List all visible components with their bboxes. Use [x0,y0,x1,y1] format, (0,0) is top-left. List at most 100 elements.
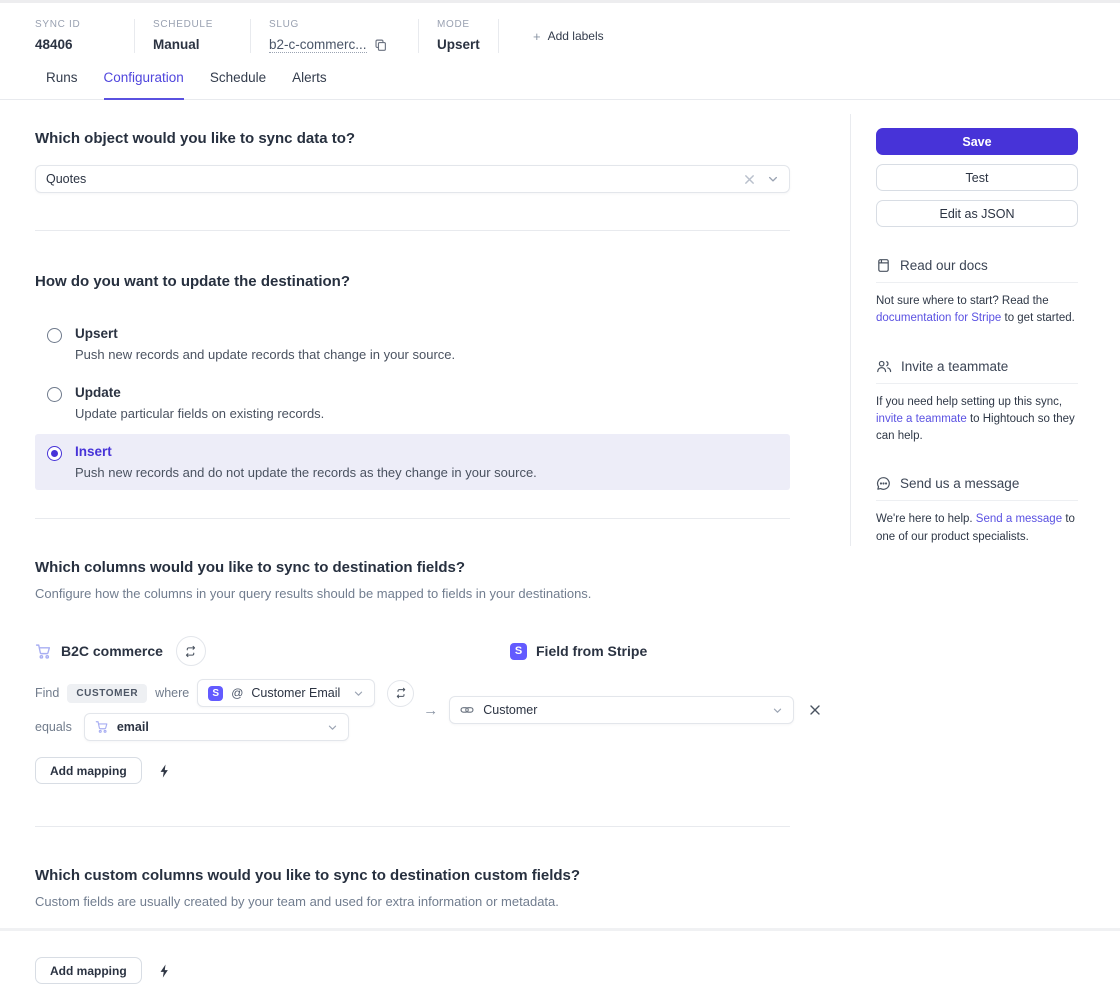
tab-bar: Runs Configuration Schedule Alerts [0,70,1120,100]
lookup-field-select[interactable]: S @ Customer Email [197,679,375,707]
option-label: Insert [75,444,537,459]
message-title: Send us a message [900,476,1019,491]
meta-mode: MODE Upsert [437,19,499,53]
stripe-icon: S [510,643,527,660]
meta-label: SLUG [269,19,400,30]
docs-text: Not sure where to start? Read the docume… [876,293,1078,328]
swap-source-button[interactable] [176,636,206,666]
invite-section: Invite a teammate If you need help setti… [876,359,1078,446]
meta-label: SYNC ID [35,19,116,30]
meta-slug: SLUG b2-c-commerc... [269,19,419,53]
mappings-subtext: Configure how the columns in your query … [35,586,790,601]
meta-value: Upsert [437,37,480,52]
destination-field-select[interactable]: Customer [449,696,794,724]
link-icon [460,703,474,717]
action-sidebar: Save Test Edit as JSON Read our docs Not… [850,100,1078,546]
slug-value[interactable]: b2-c-commerc... [269,37,367,53]
source-column-value: email [117,720,327,734]
meta-value: Manual [153,37,232,52]
meta-label: SCHEDULE [153,19,232,30]
option-description: Update particular fields on existing rec… [75,406,324,421]
meta-value: 48406 [35,37,116,52]
tab-alerts[interactable]: Alerts [292,70,327,99]
message-text: We're here to help. Send a message to on… [876,511,1078,546]
find-label: Find [35,686,59,700]
plus-icon: + [533,29,541,44]
tab-runs[interactable]: Runs [46,70,78,99]
docs-section: Read our docs Not sure where to start? R… [876,258,1078,328]
arrow-right-icon: → [423,702,438,719]
tab-schedule[interactable]: Schedule [210,70,266,99]
test-button[interactable]: Test [876,164,1078,191]
message-link[interactable]: Send a message [976,513,1062,525]
section-divider [35,518,790,519]
add-mapping-button[interactable]: Add mapping [35,757,142,784]
lookup-field-value: Customer Email [251,686,353,700]
object-select[interactable]: Quotes [35,165,790,193]
add-labels-label: Add labels [548,29,604,43]
mode-option-update[interactable]: Update Update particular fields on exist… [35,375,790,431]
destination-field-label: Field from Stripe [536,643,647,659]
meta-sync-id: SYNC ID 48406 [35,19,135,53]
chevron-down-icon [353,688,364,699]
entity-badge: CUSTOMER [67,684,147,703]
chevron-down-icon [772,705,783,716]
radio-unselected-icon[interactable] [47,387,62,402]
save-button[interactable]: Save [876,128,1078,155]
stripe-icon: S [208,686,223,701]
section-divider [35,826,790,827]
where-label: where [155,686,189,700]
invite-text: If you need help setting up this sync, i… [876,394,1078,446]
tab-configuration[interactable]: Configuration [104,70,184,100]
docs-text-after: to get started. [1005,312,1075,324]
clear-icon[interactable] [744,174,755,185]
configuration-content: Which object would you like to sync data… [0,100,790,984]
meta-label: MODE [437,19,480,30]
object-question: Which object would you like to sync data… [35,130,790,147]
option-description: Push new records and do not update the r… [75,465,537,480]
people-icon [876,359,892,374]
chevron-down-icon [327,722,338,733]
add-custom-mapping-button[interactable]: Add mapping [35,957,142,984]
email-type-icon: @ [231,686,243,700]
mode-options: Upsert Push new records and update recor… [35,316,790,490]
chat-icon [876,476,891,491]
invite-link[interactable]: invite a teammate [876,413,967,425]
option-label: Upsert [75,326,455,341]
radio-unselected-icon[interactable] [47,328,62,343]
swap-lookup-button[interactable] [387,680,414,707]
section-divider [35,230,790,231]
custom-question: Which custom columns would you like to s… [35,867,790,884]
source-column-select[interactable]: email [84,713,349,741]
docs-title: Read our docs [900,258,988,273]
option-label: Update [75,385,324,400]
message-section: Send us a message We're here to help. Se… [876,476,1078,546]
mappings-question: Which columns would you like to sync to … [35,559,790,576]
docs-text-before: Not sure where to start? Read the [876,295,1049,307]
invite-text-before: If you need help setting up this sync, [876,396,1062,408]
mapping-header-row: B2C commerce S Field from Stripe [35,635,790,667]
source-model-label: B2C commerce [61,643,163,659]
equals-label: equals [35,720,72,734]
edit-as-json-button[interactable]: Edit as JSON [876,200,1078,227]
object-select-value: Quotes [46,172,744,186]
custom-subtext: Custom fields are usually created by you… [35,894,790,909]
invite-title: Invite a teammate [901,359,1008,374]
docs-link[interactable]: documentation for Stripe [876,312,1001,324]
lightning-icon[interactable] [159,764,170,778]
book-icon [876,258,891,273]
meta-schedule: SCHEDULE Manual [153,19,251,53]
chevron-down-icon[interactable] [767,173,779,185]
option-description: Push new records and update records that… [75,347,455,362]
mode-option-upsert[interactable]: Upsert Push new records and update recor… [35,316,790,372]
add-labels-button[interactable]: + Add labels [533,29,604,44]
copy-icon[interactable] [374,38,387,52]
cart-icon [35,643,52,660]
mapping-row: Find CUSTOMER where S @ Customer Email [35,679,790,741]
destination-field-value: Customer [483,703,772,717]
cart-icon [95,720,109,734]
lightning-icon[interactable] [159,964,170,978]
remove-mapping-icon[interactable] [809,704,821,716]
radio-selected-icon[interactable] [47,446,62,461]
mode-option-insert[interactable]: Insert Push new records and do not updat… [35,434,790,490]
